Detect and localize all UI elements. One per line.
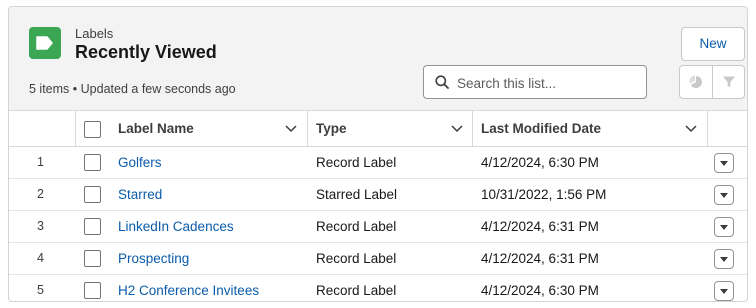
filter-icon bbox=[723, 76, 735, 88]
row-checkbox[interactable] bbox=[84, 218, 101, 235]
chevron-down-icon[interactable] bbox=[685, 124, 697, 133]
pie-chart-icon bbox=[689, 75, 702, 88]
modified-date-cell: 4/12/2024, 6:30 PM bbox=[481, 283, 599, 298]
select-all-checkbox[interactable] bbox=[84, 121, 101, 138]
label-name-link[interactable]: Golfers bbox=[118, 147, 162, 178]
modified-date-cell: 4/12/2024, 6:30 PM bbox=[481, 155, 599, 170]
list-view-title[interactable]: Recently Viewed bbox=[75, 42, 217, 63]
search-icon bbox=[435, 75, 449, 89]
object-label: Labels bbox=[75, 26, 114, 41]
table-row: 5 H2 Conference Invitees Record Label 4/… bbox=[9, 275, 747, 301]
row-checkbox[interactable] bbox=[84, 250, 101, 267]
row-actions-button[interactable] bbox=[714, 217, 734, 237]
label-name-link[interactable]: Prospecting bbox=[118, 243, 189, 274]
row-actions-icon bbox=[720, 161, 728, 166]
label-name-link[interactable]: H2 Conference Invitees bbox=[118, 275, 259, 301]
updated-text: Updated a few seconds ago bbox=[80, 82, 236, 96]
row-checkbox[interactable] bbox=[84, 282, 101, 299]
row-checkbox[interactable] bbox=[84, 186, 101, 203]
list-view-header: Labels Recently Viewed 5 items • Updated… bbox=[9, 7, 747, 111]
list-controls bbox=[679, 65, 745, 99]
type-cell: Starred Label bbox=[316, 187, 398, 202]
row-number: 3 bbox=[37, 219, 44, 233]
row-actions-icon bbox=[720, 193, 728, 198]
modified-date-cell: 4/12/2024, 6:31 PM bbox=[481, 251, 599, 266]
table-row: 4 Prospecting Record Label 4/12/2024, 6:… bbox=[9, 243, 747, 275]
search-input[interactable] bbox=[457, 72, 637, 94]
row-actions-icon bbox=[720, 225, 728, 230]
row-actions-button[interactable] bbox=[714, 185, 734, 205]
modified-date-cell: 10/31/2022, 1:56 PM bbox=[481, 187, 607, 202]
modified-date-cell: 4/12/2024, 6:31 PM bbox=[481, 219, 599, 234]
table-row: 2 Starred Starred Label 10/31/2022, 1:56… bbox=[9, 179, 747, 211]
label-name-link[interactable]: LinkedIn Cadences bbox=[118, 211, 234, 242]
type-cell: Record Label bbox=[316, 155, 397, 170]
column-divider bbox=[75, 111, 76, 147]
row-number: 4 bbox=[37, 251, 44, 265]
column-divider bbox=[307, 111, 308, 147]
row-number: 5 bbox=[37, 283, 44, 297]
meta-separator: • bbox=[72, 82, 78, 96]
row-actions-button[interactable] bbox=[714, 249, 734, 269]
row-number: 1 bbox=[37, 155, 44, 169]
table-row: 3 LinkedIn Cadences Record Label 4/12/20… bbox=[9, 211, 747, 243]
type-cell: Record Label bbox=[316, 283, 397, 298]
column-header-type[interactable]: Type bbox=[316, 111, 347, 147]
chevron-down-icon[interactable] bbox=[451, 124, 463, 133]
row-checkbox[interactable] bbox=[84, 154, 101, 171]
row-actions-icon bbox=[720, 257, 728, 262]
label-name-link[interactable]: Starred bbox=[118, 179, 162, 210]
row-actions-button[interactable] bbox=[714, 281, 734, 301]
row-actions-icon bbox=[720, 289, 728, 294]
column-divider bbox=[472, 111, 473, 147]
type-cell: Record Label bbox=[316, 219, 397, 234]
column-header-last-modified-date[interactable]: Last Modified Date bbox=[481, 111, 601, 147]
item-count: 5 items bbox=[29, 82, 70, 96]
chart-button[interactable] bbox=[680, 66, 712, 98]
table-row: 1 Golfers Record Label 4/12/2024, 6:30 P… bbox=[9, 147, 747, 179]
row-actions-button[interactable] bbox=[714, 153, 734, 173]
label-tag-icon bbox=[29, 27, 61, 59]
table-header: Label Name Type Last Modified Date bbox=[9, 111, 747, 147]
list-meta: 5 items • Updated a few seconds ago bbox=[29, 82, 236, 96]
column-divider bbox=[707, 111, 708, 147]
list-view-card: Labels Recently Viewed 5 items • Updated… bbox=[8, 6, 748, 302]
new-button[interactable]: New bbox=[681, 27, 745, 61]
chevron-down-icon[interactable] bbox=[285, 124, 297, 133]
search-box[interactable] bbox=[423, 65, 647, 99]
row-number: 2 bbox=[37, 187, 44, 201]
type-cell: Record Label bbox=[316, 251, 397, 266]
column-header-label-name[interactable]: Label Name bbox=[118, 111, 194, 147]
filter-button[interactable] bbox=[713, 66, 745, 98]
